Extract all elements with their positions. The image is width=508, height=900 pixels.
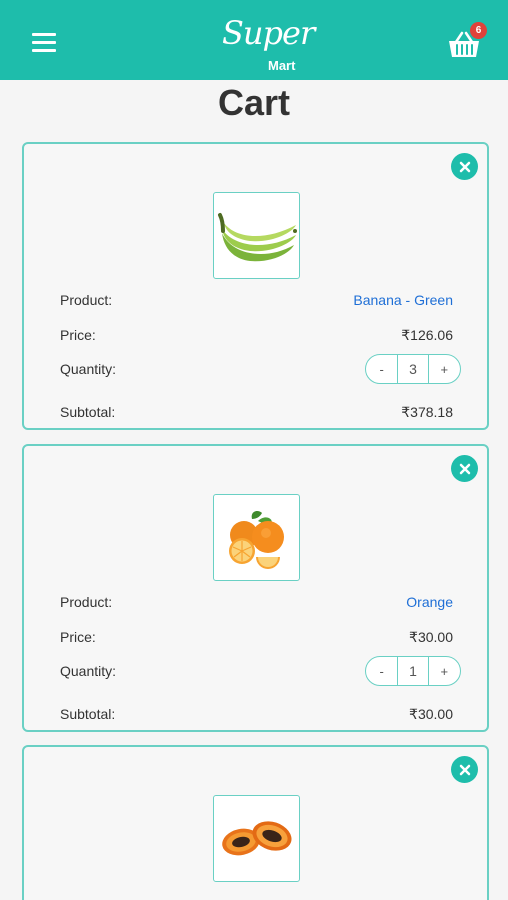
remove-item-button[interactable] [451, 455, 478, 482]
quantity-stepper: - 1 + [365, 656, 461, 686]
quantity-value[interactable]: 1 [397, 657, 429, 685]
close-icon [459, 161, 470, 172]
product-image-banana[interactable] [213, 192, 300, 279]
quantity-label: Quantity: [60, 361, 117, 377]
price-row: Price: ₹126.06 [60, 327, 453, 347]
quantity-row: Quantity: - 3 + [60, 354, 461, 384]
quantity-row: Quantity: - 1 + [60, 656, 461, 686]
page-title: Cart [217, 82, 291, 123]
close-icon [459, 764, 470, 775]
logo[interactable]: Super Mart [222, 14, 315, 76]
logo-mart-text: Mart [268, 58, 296, 73]
remove-item-button[interactable] [451, 153, 478, 180]
increment-button[interactable]: + [429, 355, 460, 383]
decrement-button[interactable]: - [366, 355, 397, 383]
quantity-value[interactable]: 3 [397, 355, 429, 383]
papaya-image [221, 820, 292, 855]
subtotal-row: Subtotal: ₹378.18 [60, 404, 453, 424]
product-row: Product: Orange [60, 594, 453, 614]
price-value: ₹30.00 [409, 629, 453, 645]
price-value: ₹126.06 [401, 327, 453, 343]
subtotal-row: Subtotal: ₹30.00 [60, 706, 453, 726]
subtotal-value: ₹378.18 [401, 404, 453, 420]
price-label: Price: [60, 629, 96, 645]
product-label: Product: [60, 594, 113, 610]
cart-item-card: Product: Orange Price: ₹30.00 Quantity: … [22, 444, 489, 732]
price-row: Price: ₹30.00 [60, 629, 453, 649]
quantity-stepper: - 3 + [365, 354, 461, 384]
product-image-papaya[interactable] [213, 795, 300, 882]
price-label: Price: [60, 327, 96, 343]
product-row: Product: Banana - Green [60, 292, 453, 312]
subtotal-value: ₹30.00 [409, 706, 453, 722]
product-label: Product: [60, 292, 113, 308]
app-header: Super Mart 6 [0, 0, 508, 80]
cart-item-card [22, 745, 489, 900]
banana-image [217, 212, 297, 261]
quantity-label: Quantity: [60, 663, 117, 679]
close-icon [459, 463, 470, 474]
product-name-link[interactable]: Banana - Green [353, 292, 453, 308]
menu-icon[interactable] [32, 33, 56, 53]
increment-button[interactable]: + [429, 657, 460, 685]
subtotal-label: Subtotal: [60, 404, 116, 420]
orange-image [228, 510, 284, 569]
remove-item-button[interactable] [451, 756, 478, 783]
decrement-button[interactable]: - [366, 657, 397, 685]
product-image-orange[interactable] [213, 494, 300, 581]
subtotal-label: Subtotal: [60, 706, 116, 722]
product-name-link[interactable]: Orange [406, 594, 453, 610]
cart-item-card: Product: Banana - Green Price: ₹126.06 Q… [22, 142, 489, 430]
cart-count-badge: 6 [470, 22, 487, 39]
logo-super-text: Super [222, 14, 315, 52]
